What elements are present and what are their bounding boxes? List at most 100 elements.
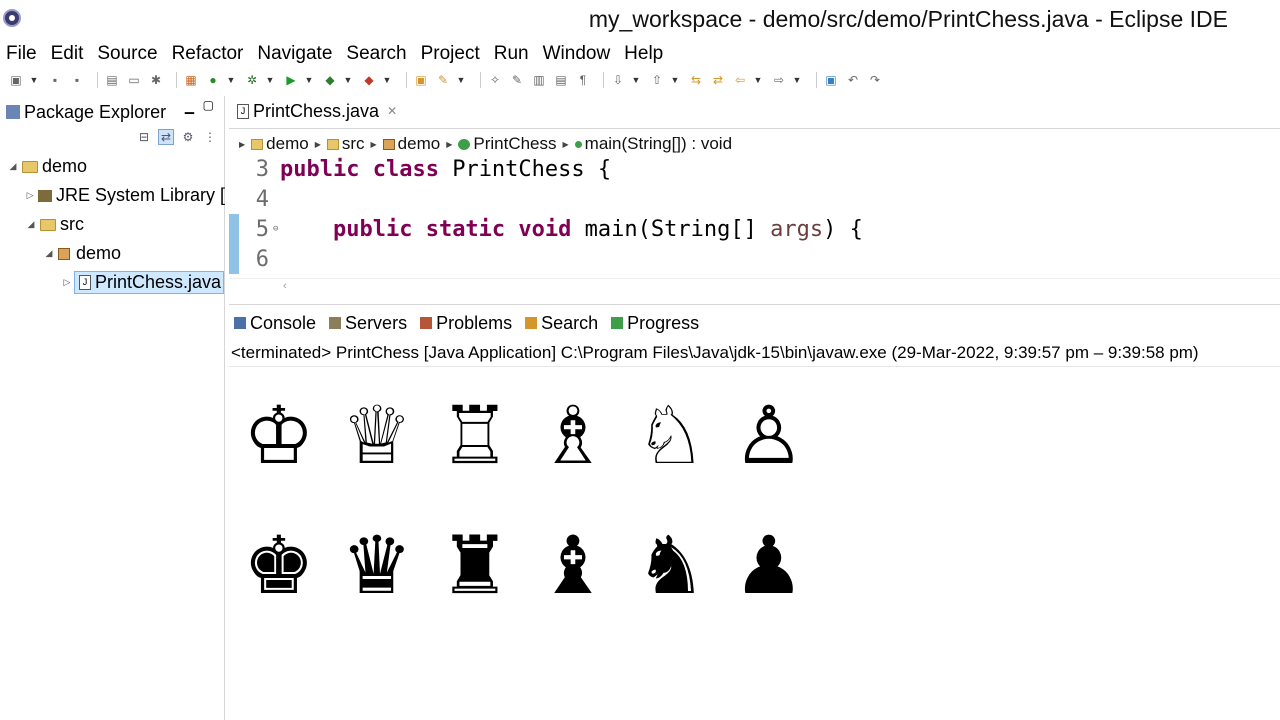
new-package-icon[interactable]: ✎ xyxy=(435,72,451,88)
selected-file[interactable]: J PrintChess.java xyxy=(74,271,225,294)
scroll-left-icon[interactable]: ‹ xyxy=(283,280,287,292)
back-icon[interactable]: ⇦ xyxy=(732,72,748,88)
refresh-icon[interactable]: ● xyxy=(205,72,221,88)
tree-node-package[interactable]: ◢ demo xyxy=(0,239,225,268)
black-queen-glyph: ♛ xyxy=(341,519,413,612)
minimize-icon[interactable]: ▁ xyxy=(185,100,194,114)
run-dropdown-icon[interactable]: ▼ xyxy=(305,72,314,88)
eclipse-app-icon[interactable] xyxy=(3,9,21,27)
terminal-icon[interactable]: ▭ xyxy=(126,72,142,88)
view-menu-icon[interactable]: ⋮ xyxy=(202,129,218,145)
menu-run[interactable]: Run xyxy=(494,40,529,68)
tab-problems[interactable]: Problems xyxy=(415,305,520,341)
new-java-project-icon[interactable]: ▣ xyxy=(413,72,429,88)
expanded-arrow-icon[interactable]: ◢ xyxy=(24,219,38,230)
breadcrumb-arrow-icon[interactable]: ▶ xyxy=(446,140,452,149)
tab-progress[interactable]: Progress xyxy=(606,305,707,341)
run-icon[interactable]: ▶ xyxy=(283,72,299,88)
tab-console[interactable]: Console xyxy=(229,305,325,341)
link-with-editor-icon[interactable]: ⇄ xyxy=(158,129,174,145)
editor-tab-label: PrintChess.java xyxy=(253,100,380,121)
code-area[interactable]: 3 public class PrintChess { 4 5 ⊖ public… xyxy=(229,154,1280,274)
whitespace-icon[interactable]: ¶ xyxy=(575,72,591,88)
menu-source[interactable]: Source xyxy=(97,40,157,68)
console-icon xyxy=(234,317,246,329)
close-icon[interactable]: ✕ xyxy=(387,104,397,118)
code-text: PrintChess { xyxy=(438,156,612,182)
breadcrumb: ▶ demo ▶ src ▶ demo ▶ PrintChess ▶ main(… xyxy=(233,132,732,156)
coverage-dropdown-icon[interactable]: ▼ xyxy=(344,72,353,88)
block-selection-icon[interactable]: ▤ xyxy=(553,72,569,88)
expanded-arrow-icon[interactable]: ◢ xyxy=(6,161,20,172)
tab-servers[interactable]: Servers xyxy=(324,305,415,341)
redo-icon[interactable]: ↷ xyxy=(867,72,883,88)
forward-icon[interactable]: ⇨ xyxy=(771,72,787,88)
refresh-dropdown-icon[interactable]: ▼ xyxy=(227,72,236,88)
menu-window[interactable]: Window xyxy=(543,40,611,68)
console-process-info: <terminated> PrintChess [Java Applicatio… xyxy=(229,343,1280,367)
tree-node-jre-library[interactable]: ▷ JRE System Library [ xyxy=(0,181,225,210)
forward-dropdown-icon[interactable]: ▼ xyxy=(793,72,802,88)
maximize-icon[interactable]: ▢ xyxy=(203,98,214,112)
open-type-icon[interactable]: ✧ xyxy=(487,72,503,88)
bug-icon[interactable]: ✲ xyxy=(244,72,260,88)
breadcrumb-src[interactable]: src xyxy=(342,134,365,154)
menu-search[interactable]: Search xyxy=(346,40,406,68)
tab-search[interactable]: Search xyxy=(520,305,606,341)
collapse-all-icon[interactable]: ⊟ xyxy=(136,129,152,145)
menu-project[interactable]: Project xyxy=(421,40,480,68)
tree-node-label: demo xyxy=(42,156,88,176)
tree-node-file[interactable]: ▷ J PrintChess.java xyxy=(0,268,225,297)
breadcrumb-arrow-icon[interactable]: ▶ xyxy=(563,140,569,149)
search-icon xyxy=(525,317,538,329)
menu-edit[interactable]: Edit xyxy=(51,40,84,68)
menu-help[interactable]: Help xyxy=(624,40,663,68)
external-tools-dropdown-icon[interactable]: ▼ xyxy=(383,72,392,88)
console-view: Console Servers Problems Search Progress… xyxy=(229,304,1280,720)
collapsed-arrow-icon[interactable]: ▷ xyxy=(60,277,74,288)
search-icon[interactable]: ✎ xyxy=(509,72,525,88)
toolbar-separator xyxy=(816,72,817,88)
menu-file[interactable]: File xyxy=(6,40,37,68)
print-icon[interactable]: ▤ xyxy=(104,72,120,88)
next-annotation-icon[interactable]: ⇩ xyxy=(610,72,626,88)
new-dropdown-icon[interactable]: ▼ xyxy=(30,72,39,88)
undo-icon[interactable]: ↶ xyxy=(845,72,861,88)
expanded-arrow-icon[interactable]: ◢ xyxy=(42,248,56,259)
tree-node-src[interactable]: ◢ src xyxy=(0,210,225,239)
back-dropdown-icon[interactable]: ▼ xyxy=(754,72,763,88)
save-icon[interactable]: ▪ xyxy=(47,72,63,88)
package-explorer-tab[interactable]: Package Explorer xyxy=(0,96,166,128)
breadcrumb-arrow-icon[interactable]: ▶ xyxy=(315,140,321,149)
debug-icon[interactable]: ✱ xyxy=(148,72,164,88)
breadcrumb-package[interactable]: demo xyxy=(398,134,441,154)
editor-tab-printchess[interactable]: J PrintChess.java ✕ xyxy=(229,96,406,128)
new-icon[interactable]: ▣ xyxy=(8,72,24,88)
menu-navigate[interactable]: Navigate xyxy=(257,40,332,68)
last-edit-forward-icon[interactable]: ⇄ xyxy=(710,72,726,88)
toggle-mark-icon[interactable]: ▥ xyxy=(531,72,547,88)
collapsed-arrow-icon[interactable]: ▷ xyxy=(24,190,36,201)
breadcrumb-arrow-icon[interactable]: ▶ xyxy=(239,140,245,149)
save-all-icon[interactable]: ▪ xyxy=(69,72,85,88)
filters-icon[interactable]: ⚙ xyxy=(180,129,196,145)
menu-refactor[interactable]: Refactor xyxy=(172,40,244,68)
fold-toggle-icon[interactable]: ⊖ xyxy=(273,224,280,234)
next-annotation-dropdown-icon[interactable]: ▼ xyxy=(632,72,641,88)
new-package-dropdown-icon[interactable]: ▼ xyxy=(457,72,466,88)
tree-node-project[interactable]: ◢ demo xyxy=(0,152,225,181)
pin-editor-icon[interactable]: ▣ xyxy=(823,72,839,88)
previous-annotation-icon[interactable]: ⇧ xyxy=(649,72,665,88)
external-tools-icon[interactable]: ◆ xyxy=(361,72,377,88)
coverage-icon[interactable]: ◆ xyxy=(322,72,338,88)
debug-dropdown-icon[interactable]: ▼ xyxy=(266,72,275,88)
console-output[interactable]: ♔ ♕ ♖ ♗ ♘ ♙ ♚ ♛ ♜ ♝ ♞ ♟ xyxy=(241,371,1271,631)
breadcrumb-class[interactable]: PrintChess xyxy=(473,134,556,154)
breadcrumb-method[interactable]: main(String[]) : void xyxy=(585,134,732,154)
previous-annotation-dropdown-icon[interactable]: ▼ xyxy=(671,72,680,88)
java-build-icon[interactable]: ▦ xyxy=(183,72,199,88)
last-edit-icon[interactable]: ⇆ xyxy=(688,72,704,88)
breadcrumb-project[interactable]: demo xyxy=(266,134,309,154)
breadcrumb-arrow-icon[interactable]: ▶ xyxy=(371,140,377,149)
horizontal-scrollbar[interactable]: ‹ xyxy=(229,278,1280,296)
